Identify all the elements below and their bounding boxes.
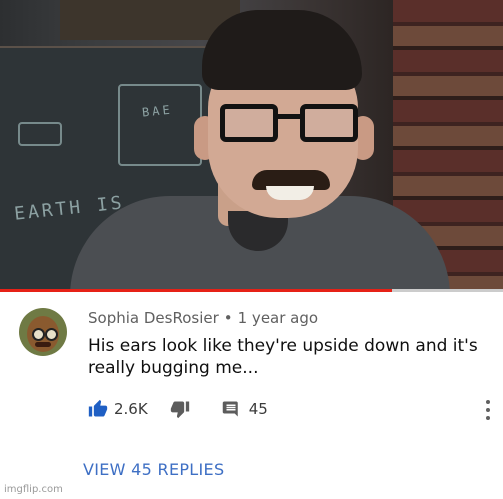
- smile: [266, 186, 314, 200]
- progress-bar-remaining[interactable]: [392, 289, 503, 292]
- more-vert-icon[interactable]: [484, 400, 492, 420]
- lens: [300, 104, 358, 142]
- comment-time: 1 year ago: [237, 309, 319, 327]
- thumbs-down-icon[interactable]: [170, 399, 190, 419]
- chalk-drawing: [18, 122, 62, 146]
- avatar-mouth: [35, 342, 51, 347]
- comment-icon[interactable]: [222, 400, 240, 418]
- avatar[interactable]: [19, 308, 67, 356]
- reply-count: 45: [248, 400, 268, 418]
- lens: [220, 104, 278, 142]
- thumbs-up-icon[interactable]: [88, 399, 108, 419]
- avatar-eye: [32, 328, 45, 341]
- more-dot: [486, 416, 490, 420]
- glasses-bridge: [276, 114, 302, 119]
- more-dot: [486, 408, 490, 412]
- view-replies-button[interactable]: VIEW 45 REPLIES: [83, 460, 224, 479]
- progress-bar-played[interactable]: [0, 289, 392, 292]
- watermark: imgflip.com: [4, 484, 63, 495]
- like-count: 2.6K: [114, 400, 148, 418]
- presenter: [70, 6, 450, 289]
- hair: [202, 10, 362, 90]
- avatar-eye: [45, 328, 58, 341]
- separator: •: [223, 309, 233, 327]
- comment-meta: Sophia DesRosier • 1 year ago: [88, 309, 318, 327]
- glasses: [220, 104, 360, 146]
- comment-author[interactable]: Sophia DesRosier: [88, 309, 219, 327]
- video-frame[interactable]: BAE EARTH IS: [0, 0, 503, 289]
- comment-actions: 2.6K 45: [88, 398, 268, 420]
- more-dot: [486, 400, 490, 404]
- comment-text: His ears look like they're upside down a…: [88, 336, 478, 378]
